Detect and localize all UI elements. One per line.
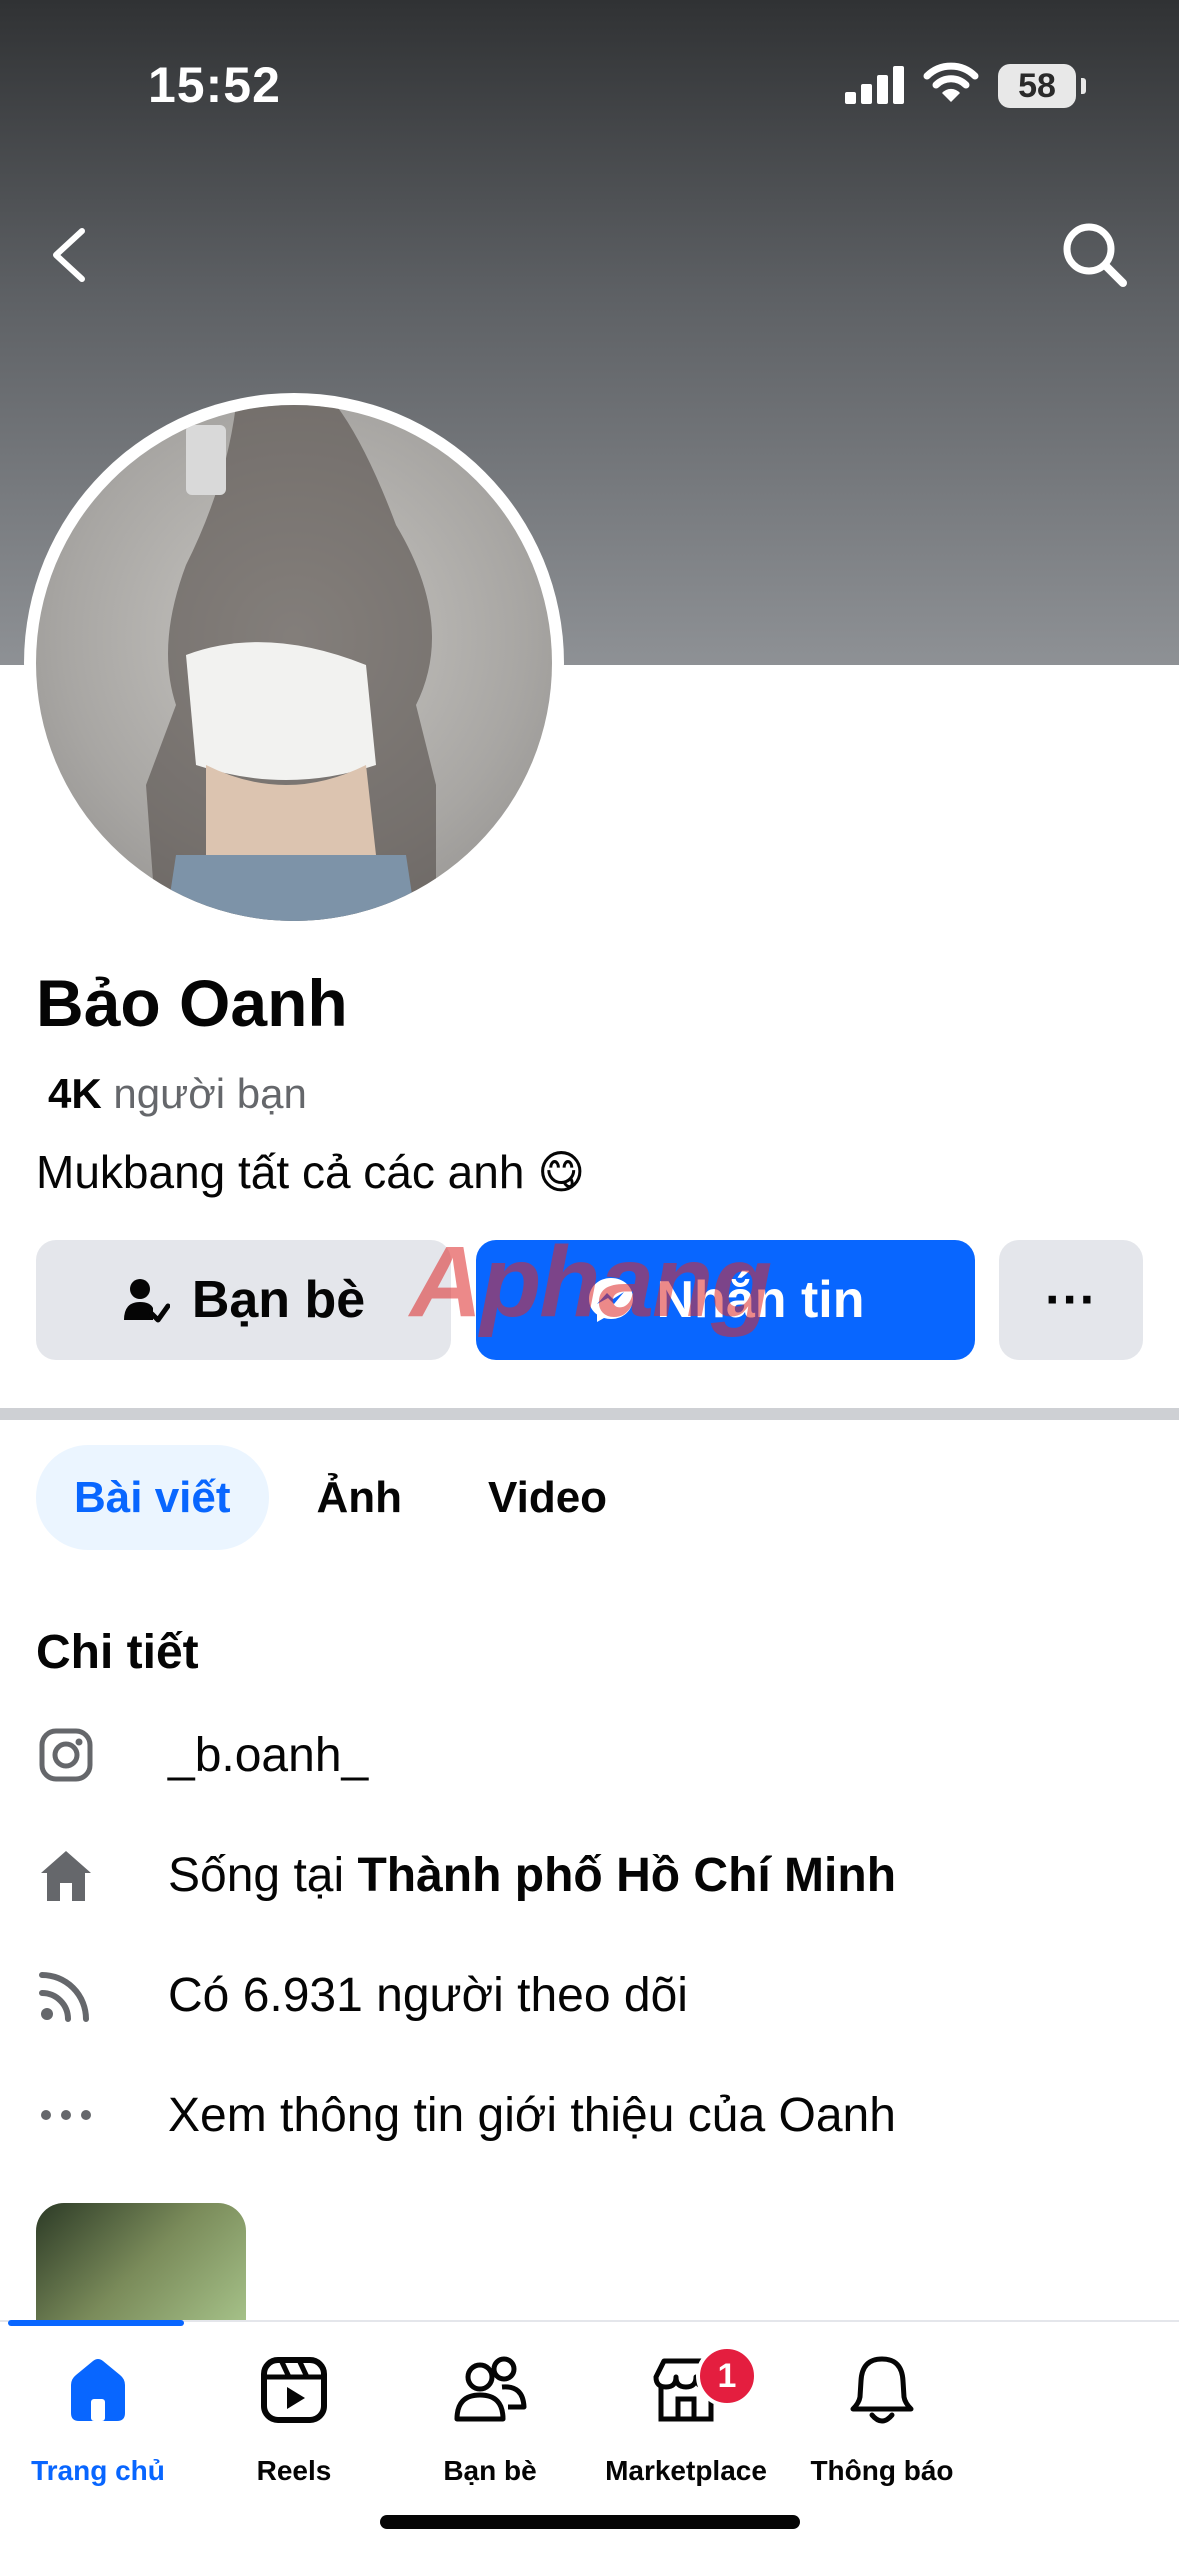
reels-icon: [196, 2345, 392, 2435]
featured-photo-thumbnail[interactable]: [36, 2203, 246, 2328]
search-button[interactable]: [1055, 215, 1135, 295]
more-horizontal-icon: [36, 2085, 96, 2145]
profile-bio: Mukbang tất cả các anh 😋: [36, 1146, 586, 1198]
active-tab-indicator: [8, 2320, 184, 2326]
rss-feed-icon: [36, 1965, 96, 2025]
more-options-button[interactable]: ···: [999, 1240, 1143, 1360]
nav-friends[interactable]: Bạn bè: [392, 2345, 588, 2487]
instagram-icon: [36, 1725, 96, 1785]
friends-count[interactable]: 4K người bạn: [48, 1070, 307, 1118]
wifi-icon: [923, 60, 979, 109]
status-bar: 15:52 58: [0, 0, 1179, 150]
nav-reels[interactable]: Reels: [196, 2345, 392, 2487]
nav-home[interactable]: Trang chủ: [0, 2345, 196, 2487]
see-about-text: Xem thông tin giới thiệu của Oanh: [168, 2088, 896, 2142]
friends-count-number: 4K: [48, 1070, 102, 1117]
friends-button-label: Bạn bè: [191, 1271, 366, 1329]
detail-see-about[interactable]: Xem thông tin giới thiệu của Oanh: [36, 2075, 896, 2155]
nav-home-label: Trang chủ: [31, 2455, 165, 2486]
back-button[interactable]: [40, 215, 100, 295]
nav-notifications-label: Thông báo: [810, 2455, 954, 2486]
nav-friends-label: Bạn bè: [443, 2455, 537, 2486]
instagram-handle: _b.oanh_: [168, 1728, 369, 1782]
followers-text: Có 6.931 người theo dõi: [168, 1968, 688, 2022]
nav-marketplace[interactable]: 1 Marketplace: [588, 2345, 784, 2487]
section-divider: [0, 1408, 1179, 1420]
avatar[interactable]: [36, 405, 552, 921]
more-dots-icon: ···: [1045, 1271, 1097, 1329]
detail-instagram[interactable]: _b.oanh_: [36, 1715, 368, 1795]
profile-name: Bảo Oanh: [36, 966, 348, 1040]
detail-lives-in[interactable]: Sống tại Thành phố Hồ Chí Minh: [36, 1835, 896, 1915]
profile-photo: [146, 405, 436, 921]
friends-icon: [392, 2345, 588, 2435]
home-icon: [36, 1845, 96, 1905]
friend-check-icon: [123, 1279, 170, 1323]
home-indicator[interactable]: [380, 2515, 800, 2529]
nav-marketplace-label: Marketplace: [605, 2455, 767, 2486]
nav-notifications[interactable]: Thông báo: [784, 2345, 980, 2487]
status-time: 15:52: [148, 57, 281, 113]
nav-reels-label: Reels: [256, 2455, 332, 2486]
tab-video[interactable]: Video: [450, 1445, 645, 1550]
lives-in-prefix: Sống tại: [168, 1848, 358, 1902]
cellular-signal-icon: [845, 64, 907, 109]
bell-icon: [784, 2345, 980, 2435]
chevron-left-icon: [53, 228, 85, 282]
marketplace-badge: 1: [696, 2345, 758, 2407]
profile-tabs: Bài viết Ảnh Video: [36, 1445, 655, 1550]
watermark: Aphang: [410, 1226, 772, 1338]
home-icon: [0, 2345, 196, 2435]
search-icon: [1063, 223, 1127, 287]
tab-photos[interactable]: Ảnh: [279, 1445, 441, 1550]
lives-in-city: Thành phố Hồ Chí Minh: [357, 1848, 897, 1902]
details-title: Chi tiết: [36, 1626, 199, 1679]
detail-followers[interactable]: Có 6.931 người theo dõi: [36, 1955, 688, 2035]
tab-posts[interactable]: Bài viết: [36, 1445, 269, 1550]
friends-count-label: người bạn: [113, 1070, 307, 1117]
battery-icon: 58: [998, 64, 1086, 108]
friends-button[interactable]: Bạn bè: [36, 1240, 451, 1360]
